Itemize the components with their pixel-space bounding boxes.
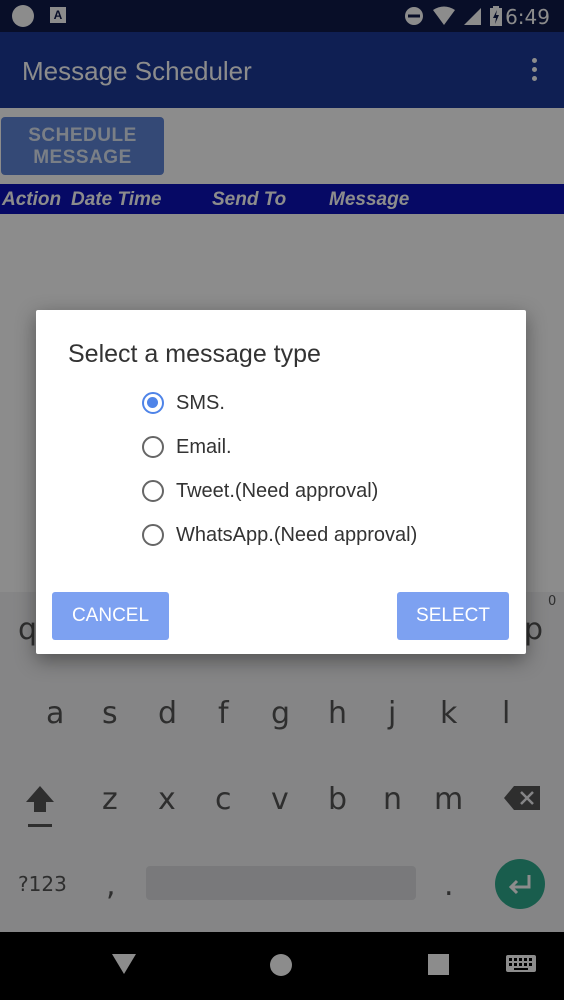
radio-tweet[interactable] <box>142 480 164 502</box>
option-sms-label: SMS. <box>176 391 225 414</box>
cancel-button[interactable]: CANCEL <box>52 592 169 640</box>
message-type-dialog: Select a message type SMS. Email. Tweet.… <box>36 310 526 654</box>
option-sms[interactable]: SMS. <box>142 386 225 420</box>
option-whatsapp-label: WhatsApp.(Need approval) <box>176 523 418 546</box>
option-email-label: Email. <box>176 435 232 458</box>
dialog-title: Select a message type <box>68 340 321 368</box>
radio-email[interactable] <box>142 436 164 458</box>
option-email[interactable]: Email. <box>142 430 232 464</box>
radio-sms[interactable] <box>142 392 164 414</box>
radio-whatsapp[interactable] <box>142 524 164 546</box>
select-button[interactable]: SELECT <box>397 592 509 640</box>
option-whatsapp[interactable]: WhatsApp.(Need approval) <box>142 518 417 552</box>
option-tweet[interactable]: Tweet.(Need approval) <box>142 474 378 508</box>
option-tweet-label: Tweet.(Need approval) <box>176 479 379 502</box>
